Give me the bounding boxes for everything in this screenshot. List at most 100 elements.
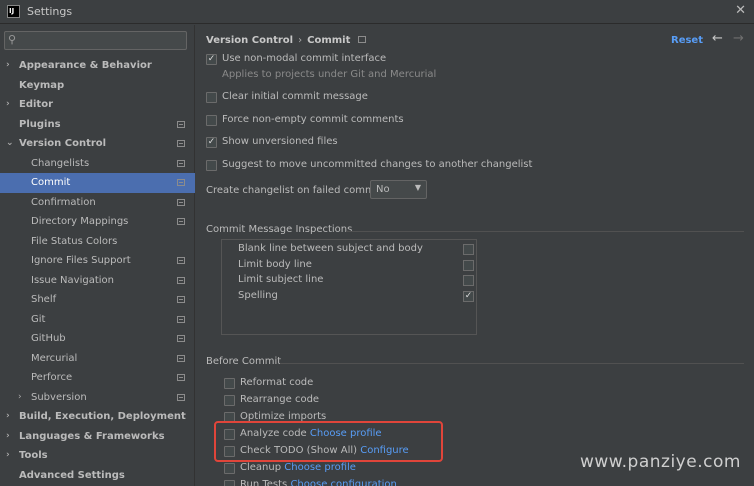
window-title: Settings: [27, 5, 73, 18]
inspections-section-title: Commit Message Inspections: [206, 224, 353, 235]
chevron-right-icon[interactable]: ›: [6, 407, 10, 427]
sidebar-item-mercurial[interactable]: Mercurial: [0, 349, 195, 369]
inspection-checkbox[interactable]: [463, 275, 474, 286]
reformat-code-label-group: Reformat code: [240, 377, 313, 388]
sidebar-item-label: Build, Execution, Deployment: [19, 411, 186, 422]
sidebar-item-label: Keymap: [19, 79, 65, 91]
sidebar-item-languages-frameworks[interactable]: › Languages & Frameworks: [0, 427, 195, 447]
breadcrumb: Version Control › Commit: [206, 35, 367, 46]
sidebar-item-editor[interactable]: › Editor: [0, 95, 195, 115]
sidebar-item-subversion[interactable]: › Subversion: [0, 388, 195, 408]
sidebar-item-tools[interactable]: › Tools: [0, 446, 195, 466]
project-settings-icon: [177, 140, 185, 147]
sidebar-item-file-status-colors[interactable]: File Status Colors: [0, 232, 195, 252]
sidebar-item-directory-mappings[interactable]: Directory Mappings: [0, 212, 195, 232]
sidebar-item-label: Editor: [19, 99, 53, 110]
project-settings-icon: [358, 36, 367, 43]
sidebar-item-appearance-behavior[interactable]: › Appearance & Behavior: [0, 56, 195, 76]
sidebar-item-confirmation[interactable]: Confirmation: [0, 193, 195, 213]
reformat-code-checkbox[interactable]: [224, 378, 235, 389]
close-icon[interactable]: ✕: [735, 3, 746, 18]
project-settings-icon: [177, 159, 185, 167]
back-arrow-icon[interactable]: ←: [712, 31, 723, 46]
breadcrumb-parent[interactable]: Version Control: [206, 35, 293, 46]
sidebar-item-issue-navigation[interactable]: Issue Navigation: [0, 271, 195, 291]
project-settings-icon: [177, 257, 185, 264]
search-icon: ⚲: [8, 33, 17, 46]
sidebar-item-label: Advanced Settings: [19, 469, 125, 481]
run-tests-link[interactable]: Choose configuration: [290, 479, 396, 486]
title-bar: IJ Settings ✕: [0, 0, 754, 24]
cleanup-checkbox[interactable]: [224, 463, 235, 474]
settings-search-input[interactable]: ⚲: [4, 31, 187, 50]
settings-sidebar: ⚲ › Appearance & Behavior Keymap › Editor Plu…: [0, 25, 195, 486]
sidebar-item-keymap[interactable]: Keymap: [0, 76, 195, 96]
sidebar-item-github[interactable]: GitHub: [0, 329, 195, 349]
run-tests-checkbox[interactable]: [224, 480, 235, 486]
before-commit-section-title: Before Commit: [206, 356, 282, 367]
cleanup-label: Cleanup: [240, 462, 282, 473]
intellij-logo-icon: IJ: [7, 5, 20, 18]
inspections-divider: [346, 231, 744, 232]
project-settings-icon: [177, 335, 185, 342]
inspection-item[interactable]: Limit subject line: [222, 273, 476, 289]
sidebar-item-ignore-files-support[interactable]: Ignore Files Support: [0, 251, 195, 271]
sidebar-item-label: File Status Colors: [31, 235, 118, 247]
reformat-code-label: Reformat code: [240, 377, 314, 388]
changelist-on-fail-select[interactable]: No ▼: [370, 180, 427, 199]
sidebar-item-label: Subversion: [31, 391, 87, 403]
chevron-right-icon[interactable]: ›: [18, 388, 22, 408]
reset-button[interactable]: Reset: [671, 35, 703, 46]
show-unversioned-checkbox[interactable]: ✓: [206, 137, 217, 148]
inspection-item[interactable]: Limit body line: [222, 258, 476, 274]
commit-settings-panel: Version Control › Commit Reset ← → ✓ Use n…: [196, 25, 754, 486]
force-non-empty-checkbox[interactable]: [206, 115, 217, 126]
project-settings-icon: [177, 276, 185, 284]
chevron-down-icon: ▼: [414, 183, 421, 192]
non-modal-commit-checkbox[interactable]: ✓: [206, 54, 217, 65]
project-settings-icon: [177, 296, 185, 303]
chevron-right-icon[interactable]: ›: [6, 56, 10, 76]
sidebar-item-label: Tools: [19, 450, 48, 461]
rearrange-code-label: Rearrange code: [240, 394, 320, 405]
watermark: www.panziye.com: [580, 452, 741, 472]
inspection-checkbox[interactable]: [463, 244, 474, 255]
project-settings-icon: [177, 393, 185, 401]
changelist-on-fail-label: Create changelist on failed commit:: [206, 185, 385, 196]
sidebar-item-commit[interactable]: Commit: [0, 173, 195, 193]
sidebar-item-label: Git: [31, 313, 46, 325]
inspection-checkbox[interactable]: ✓: [463, 290, 474, 302]
chevron-right-icon[interactable]: ›: [6, 446, 10, 466]
breadcrumb-separator: ›: [298, 35, 303, 46]
chevron-down-icon[interactable]: ⌄: [6, 134, 14, 154]
inspection-label: Spelling: [238, 289, 278, 301]
sidebar-item-build-execution-deployment[interactable]: › Build, Execution, Deployment: [0, 407, 195, 427]
inspection-item[interactable]: Blank line between subject and body: [222, 242, 476, 258]
forward-arrow-icon[interactable]: →: [733, 31, 744, 46]
project-settings-icon: [177, 315, 185, 323]
chevron-right-icon[interactable]: ›: [6, 427, 10, 447]
sidebar-item-label: Changelists: [31, 157, 90, 169]
sidebar-item-label: Shelf: [31, 294, 57, 305]
inspection-checkbox[interactable]: [463, 259, 474, 271]
sidebar-item-label: Ignore Files Support: [31, 255, 131, 266]
sidebar-item-advanced-settings[interactable]: Advanced Settings: [0, 466, 195, 486]
sidebar-item-shelf[interactable]: Shelf: [0, 290, 195, 310]
inspection-item[interactable]: Spelling ✓: [222, 289, 476, 305]
sidebar-item-label: Mercurial: [31, 352, 78, 364]
sidebar-item-version-control[interactable]: ⌄ Version Control: [0, 134, 195, 154]
sidebar-item-label: Appearance & Behavior: [19, 60, 152, 71]
sidebar-item-changelists[interactable]: Changelists: [0, 154, 195, 174]
clear-initial-message-checkbox[interactable]: [206, 92, 217, 103]
sidebar-item-git[interactable]: Git: [0, 310, 195, 330]
rearrange-code-checkbox[interactable]: [224, 395, 235, 406]
chevron-right-icon[interactable]: ›: [6, 95, 10, 115]
sidebar-item-perforce[interactable]: Perforce: [0, 368, 195, 388]
run-tests-label-group: Run Tests Choose configuration: [240, 479, 397, 486]
cleanup-link[interactable]: Choose profile: [284, 462, 356, 473]
sidebar-item-plugins[interactable]: Plugins: [0, 115, 195, 135]
suggest-move-checkbox[interactable]: [206, 160, 217, 171]
changelist-on-fail-value: No: [376, 184, 390, 195]
project-settings-icon: [177, 374, 185, 381]
inspection-label: Blank line between subject and body: [238, 243, 423, 254]
